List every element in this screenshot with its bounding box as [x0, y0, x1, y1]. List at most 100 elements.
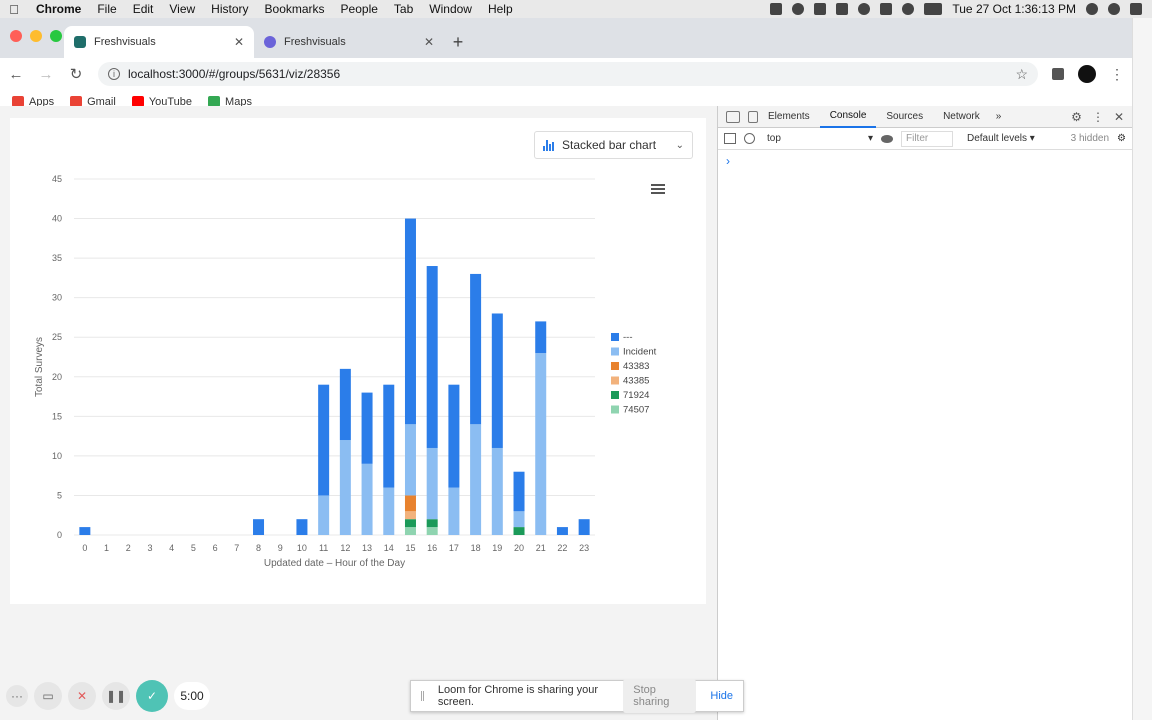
background-window-edge	[1132, 18, 1152, 720]
menu-app-name[interactable]: Chrome	[28, 0, 89, 18]
menu-file[interactable]: File	[89, 0, 124, 18]
loom-finish-check-icon[interactable]: ✓	[136, 680, 168, 712]
bar-segment-Incident	[448, 487, 460, 535]
loom-pause-icon[interactable]: ❚❚	[102, 682, 130, 710]
bar-segment-Incident	[339, 440, 351, 535]
dropbox-icon[interactable]	[836, 3, 849, 15]
devtools-settings-gear-icon[interactable]: ⚙	[1071, 110, 1082, 124]
console-prompt[interactable]: ›	[718, 150, 1132, 172]
devtools-tab-elements[interactable]: Elements	[758, 106, 820, 127]
y-tick-label: 35	[52, 253, 62, 263]
bar-segment----	[318, 384, 330, 496]
menu-help[interactable]: Help	[480, 0, 521, 18]
console-toolbar: top ▾ Filter Default levels ▾ 3 hidden ⚙	[718, 128, 1132, 150]
new-tab-button[interactable]: +	[444, 26, 472, 58]
bar-segment----	[448, 384, 460, 488]
bar-segment-Incident	[361, 463, 373, 535]
siri-icon[interactable]	[1108, 3, 1120, 15]
address-bar[interactable]: i localhost:3000/#/groups/5631/viz/28356…	[98, 62, 1038, 86]
bar-chart-icon	[543, 139, 554, 151]
more-tabs-chevron-icon[interactable]: »	[990, 111, 1008, 122]
stacked-bar-chart: 0510152025303540450 1 2 3 4 5 6 7 8 9 10 11 12 13 14 15…	[34, 174, 657, 569]
bar-segment----	[513, 471, 525, 512]
menu-edit[interactable]: Edit	[125, 0, 162, 18]
reload-icon[interactable]: ↻	[68, 65, 84, 83]
globe-icon[interactable]	[792, 3, 805, 15]
back-arrow-icon[interactable]: ←	[8, 66, 24, 83]
menu-view[interactable]: View	[161, 0, 203, 18]
apple-menu-icon[interactable]: 	[0, 2, 28, 17]
devtools-tab-console[interactable]: Console	[819, 105, 877, 128]
page-content: Stacked bar chart ⌄ 0 5 10 15 20 25 30 35 40 45 0 1…	[0, 106, 717, 720]
console-settings-gear-icon[interactable]: ⚙	[1117, 133, 1126, 144]
loom-cancel-recording-icon[interactable]: ✕	[68, 682, 96, 710]
freshvisuals-favicon-icon	[264, 36, 276, 48]
menu-history[interactable]: History	[203, 0, 256, 18]
hide-notification-button[interactable]: Hide	[710, 690, 733, 702]
zoom-window-button[interactable]	[50, 30, 62, 42]
profile-avatar[interactable]	[1078, 65, 1096, 83]
url-text[interactable]: localhost:3000/#/groups/5631/viz/28356	[128, 67, 340, 81]
wifi-icon[interactable]	[902, 3, 915, 15]
spotlight-search-icon[interactable]	[1086, 3, 1098, 15]
devtools-close-icon[interactable]: ✕	[1114, 110, 1124, 124]
menubar-clock[interactable]: Tue 27 Oct 1:36:13 PM	[952, 2, 1076, 16]
y-tick-label: 45	[52, 174, 62, 184]
bar-segment-43383	[404, 495, 416, 512]
chrome-menu-icon[interactable]: ⋮	[1110, 66, 1124, 83]
drag-grip-icon[interactable]	[421, 691, 424, 701]
notification-center-icon[interactable]	[1130, 3, 1142, 15]
menu-bookmarks[interactable]: Bookmarks	[257, 0, 333, 18]
tab-title: Freshvisuals	[284, 36, 346, 48]
battery-icon[interactable]	[924, 3, 943, 15]
device-toolbar-icon[interactable]	[748, 110, 758, 123]
microphone-icon[interactable]	[770, 3, 783, 15]
forward-arrow-icon[interactable]: →	[38, 66, 54, 83]
menu-window[interactable]: Window	[421, 0, 480, 18]
log-levels-dropdown[interactable]: Default levels ▾	[961, 133, 1035, 144]
loom-more-options-icon[interactable]: ···	[6, 685, 28, 707]
window-controls	[10, 30, 62, 42]
tab-freshvisuals-active[interactable]: Freshvisuals ✕	[64, 26, 254, 58]
bookmark-star-icon[interactable]: ☆	[1015, 66, 1028, 83]
stop-sharing-button[interactable]: Stop sharing	[623, 679, 697, 713]
x-tick-label: 13	[362, 543, 372, 553]
legend-label: Incident	[623, 347, 657, 358]
bluetooth-icon[interactable]	[880, 3, 893, 15]
bar-segment----	[361, 392, 373, 464]
tab-close-icon[interactable]: ✕	[234, 35, 244, 49]
bar-segment----	[535, 321, 547, 354]
live-expression-eye-icon[interactable]	[881, 134, 893, 143]
close-window-button[interactable]	[10, 30, 22, 42]
console-sidebar-toggle-icon[interactable]	[724, 133, 736, 144]
menu-people[interactable]: People	[333, 0, 386, 18]
loom-camera-toggle-icon[interactable]: ▭	[34, 682, 62, 710]
clear-console-icon[interactable]	[744, 133, 755, 144]
vpn-shield-icon[interactable]	[858, 3, 871, 15]
evernote-icon[interactable]	[814, 3, 827, 15]
bar-segment----	[470, 273, 482, 425]
x-tick-label: 6	[213, 543, 218, 553]
console-filter-input[interactable]: Filter	[901, 130, 953, 147]
devtools-tab-network[interactable]: Network	[933, 106, 990, 127]
js-context-select[interactable]: top ▾	[763, 133, 873, 144]
screen-sharing-notification: Loom for Chrome is sharing your screen. …	[410, 679, 744, 713]
x-tick-label: 16	[427, 543, 437, 553]
tab-freshvisuals[interactable]: Freshvisuals ✕	[254, 26, 444, 58]
y-tick-label: 10	[52, 451, 62, 461]
tab-close-icon[interactable]: ✕	[424, 35, 434, 49]
devtools-menu-icon[interactable]: ⋮	[1092, 110, 1104, 124]
devtools-tab-sources[interactable]: Sources	[876, 106, 933, 127]
bar-segment-Incident	[426, 447, 438, 520]
inspect-element-icon[interactable]	[726, 110, 740, 123]
menu-tab[interactable]: Tab	[386, 0, 421, 18]
chart-type-dropdown[interactable]: Stacked bar chart ⌄	[534, 131, 693, 159]
minimize-window-button[interactable]	[30, 30, 42, 42]
x-tick-label: 14	[384, 543, 394, 553]
menubar-status-area: Tue 27 Oct 1:36:13 PM	[770, 2, 1152, 16]
extensions-puzzle-icon[interactable]	[1052, 68, 1064, 80]
bar-segment----	[404, 218, 416, 425]
site-info-icon[interactable]: i	[108, 68, 120, 80]
browser-toolbar: ← → ↻ i localhost:3000/#/groups/5631/viz…	[0, 58, 1132, 90]
bar-segment----	[296, 519, 308, 535]
